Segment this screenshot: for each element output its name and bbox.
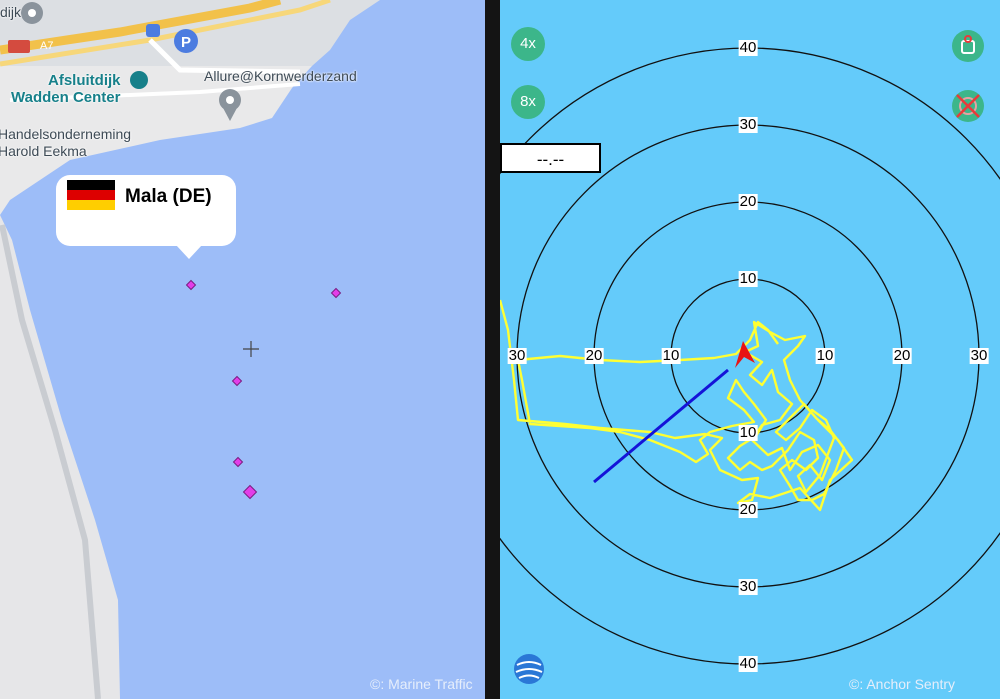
- vessel-name: Mala (DE): [125, 186, 212, 207]
- company-label-line1[interactable]: Handelsonderneming: [0, 126, 131, 142]
- svg-text:P: P: [181, 34, 191, 51]
- germany-flag-icon: [67, 180, 115, 210]
- ring-label: 20: [738, 193, 758, 210]
- vessel-position-marker: [231, 375, 243, 387]
- anchor-alarm-icon[interactable]: [952, 30, 984, 62]
- zoom-4x-button[interactable]: 4x: [511, 27, 545, 61]
- road-shield: [8, 40, 30, 53]
- ring-label: 10: [738, 424, 758, 441]
- vessel-markers: [185, 279, 342, 500]
- museum-icon: [130, 71, 148, 89]
- ring-label: 30: [738, 116, 758, 133]
- road-number-label: A7: [40, 40, 54, 52]
- ring-label: 40: [738, 39, 758, 56]
- bus-stop-icon: [146, 24, 160, 37]
- radar-credit: ©: Anchor Sentry: [849, 676, 956, 692]
- poi-label-line1[interactable]: Afsluitdijk: [48, 72, 121, 89]
- map-credit: ©: Marine Traffic: [370, 676, 473, 692]
- marina-label[interactable]: Allure@Kornwerderzand: [204, 68, 357, 84]
- crosshair-icon: [243, 341, 259, 357]
- vessel-position-marker: [232, 456, 244, 468]
- distance-readout: --.--: [500, 143, 601, 173]
- ring-label: 10: [738, 270, 758, 287]
- zoom-8x-button[interactable]: 8x: [511, 85, 545, 119]
- globe-icon[interactable]: [513, 653, 545, 685]
- vessel-position-marker: [242, 484, 258, 500]
- anchor-bearing-line: [593, 368, 729, 484]
- marine-traffic-map[interactable]: P A7 dijk Afsluitdijk Wadden Center Allu…: [0, 0, 485, 699]
- gps-off-icon[interactable]: [952, 90, 984, 122]
- boat-icon: [735, 341, 755, 368]
- ring-label: 20: [584, 347, 604, 364]
- ring-label: 40: [738, 655, 758, 672]
- ring-label: 10: [661, 347, 681, 364]
- poi-label-line2[interactable]: Wadden Center: [11, 89, 120, 106]
- ring-label: 20: [892, 347, 912, 364]
- vessel-position-marker: [330, 287, 342, 299]
- place-label: dijk: [0, 4, 22, 20]
- vessel-position-marker: [185, 279, 197, 291]
- ring-label: 30: [738, 578, 758, 595]
- vessel-callout[interactable]: Mala (DE): [56, 175, 236, 259]
- ring-label: 20: [738, 501, 758, 518]
- panel-divider: [485, 0, 500, 699]
- anchor-sentry-radar[interactable]: 10 20 30 40 10 20 30 40 10 20 30 10 20 30 4x 8x --.--…: [500, 0, 1000, 699]
- ring-label: 30: [969, 347, 989, 364]
- ring-label: 10: [815, 347, 835, 364]
- company-label-line2[interactable]: Harold Eekma: [0, 143, 87, 159]
- ring-label: 30: [507, 347, 527, 364]
